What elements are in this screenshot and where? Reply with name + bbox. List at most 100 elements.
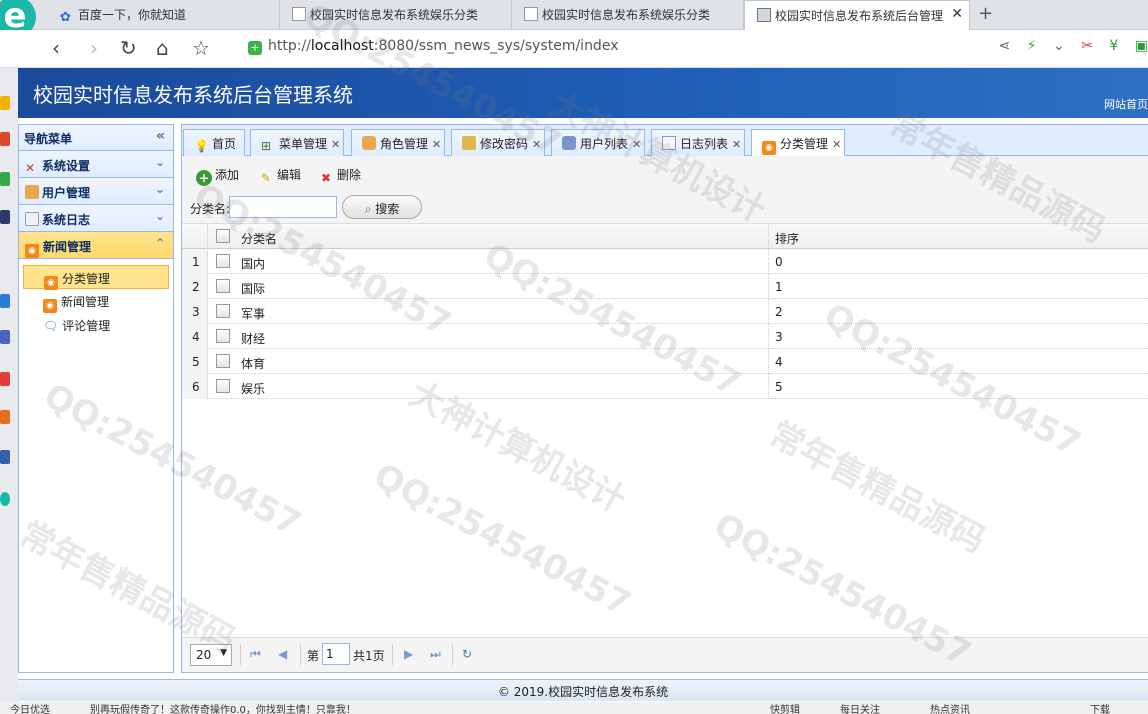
browser-tab-baidu[interactable]: ✿ 百度一下，你就知道: [48, 0, 280, 30]
sidebar-group-system-settings[interactable]: ✕ 系统设置 ⌄: [19, 151, 173, 178]
edit-button[interactable]: ✎ 编辑: [258, 166, 301, 187]
tab-category-management[interactable]: ◉ 分类管理 ✕: [751, 129, 845, 157]
site-home-link[interactable]: 网站首页: [1104, 96, 1148, 112]
sidebar-item-comment-management[interactable]: 🗨 评论管理: [23, 313, 169, 337]
app-icon[interactable]: [0, 172, 10, 186]
scissors-icon[interactable]: ✂: [1081, 38, 1093, 54]
cell-name: 军事: [236, 299, 769, 324]
forward-icon[interactable]: ›: [90, 36, 98, 60]
home-icon[interactable]: ⌂: [156, 36, 169, 60]
column-header-name[interactable]: 分类名: [236, 224, 769, 249]
select-all-checkbox[interactable]: [208, 224, 236, 249]
tree-icon: ⊞: [261, 139, 272, 153]
url-field[interactable]: + http://localhost:8080/ssm_news_sys/syst…: [248, 38, 768, 60]
sidebar-item-category-management[interactable]: ◉ 分类管理: [23, 265, 169, 290]
table-row[interactable]: 6 娱乐 5: [182, 374, 1148, 399]
search-input[interactable]: [229, 196, 337, 218]
dropdown-arrow-icon: ▼: [220, 648, 227, 658]
row-checkbox[interactable]: [208, 299, 236, 324]
tab-user-list[interactable]: 用户列表 ✕: [551, 129, 645, 156]
column-header-sort[interactable]: 排序: [769, 224, 1148, 249]
tab-change-password[interactable]: 修改密码 ✕: [451, 129, 545, 156]
back-icon[interactable]: ‹: [52, 36, 60, 60]
rss-icon: ◉: [43, 299, 57, 313]
page-icon: [524, 7, 538, 21]
new-tab-button[interactable]: +: [978, 3, 993, 24]
table-row[interactable]: 4 财经 3: [182, 324, 1148, 349]
cell-sort: 2: [775, 305, 783, 319]
close-icon[interactable]: ✕: [331, 138, 340, 151]
tab-log-list[interactable]: 日志列表 ✕: [651, 129, 745, 156]
lightning-icon[interactable]: ⚡: [1027, 38, 1037, 54]
app-icon[interactable]: [0, 450, 10, 464]
app-icon[interactable]: [0, 132, 10, 146]
search-icon: ⌕: [364, 202, 372, 216]
row-checkbox[interactable]: [208, 324, 236, 349]
lightbulb-icon: 💡: [194, 139, 209, 153]
close-icon[interactable]: ✕: [432, 138, 441, 151]
pagination: 20 ▼ ⏮ ◀ 第 1 共1页 ▶ ⏭ ↻: [182, 637, 1148, 672]
pencil-icon: ✎: [260, 171, 272, 185]
add-icon: +: [196, 170, 212, 186]
close-icon[interactable]: ✕: [632, 138, 641, 151]
table-row[interactable]: 5 体育 4: [182, 349, 1148, 374]
app-icon[interactable]: [0, 372, 10, 386]
tab-home[interactable]: 💡 首页: [183, 129, 245, 156]
browser-tab-category-2[interactable]: 校园实时信息发布系统娱乐分类: [512, 0, 744, 30]
row-checkbox[interactable]: [208, 249, 236, 274]
add-button[interactable]: + 添加: [196, 166, 239, 186]
next-page-icon[interactable]: ▶: [404, 647, 413, 661]
cell-name: 财经: [236, 324, 769, 349]
sidebar-group-user-management[interactable]: 用户管理 ⌄: [19, 178, 173, 205]
sidebar-title: 导航菜单 «: [19, 125, 173, 151]
star-icon[interactable]: ☆: [192, 36, 210, 60]
app-icon[interactable]: [0, 294, 10, 308]
share-icon[interactable]: ⋖: [999, 38, 1011, 54]
app-icon[interactable]: [0, 330, 10, 344]
prev-page-icon[interactable]: ◀: [278, 647, 287, 661]
cell-sort: 1: [775, 280, 783, 294]
close-icon[interactable]: ✕: [951, 6, 963, 22]
browser-tab-admin[interactable]: 校园实时信息发布系统后台管理 ✕: [744, 0, 970, 30]
tab-role-management[interactable]: 角色管理 ✕: [351, 129, 445, 156]
close-icon[interactable]: ✕: [832, 138, 841, 151]
row-checkbox[interactable]: [208, 349, 236, 374]
browser-side-strip: [0, 68, 18, 714]
close-icon[interactable]: ✕: [732, 138, 741, 151]
sidebar-item-news-management[interactable]: ◉ 新闻管理: [23, 289, 169, 313]
app-icon[interactable]: [0, 210, 10, 224]
reload-icon[interactable]: ↻: [120, 36, 137, 60]
sidebar-group-news-management[interactable]: ◉ 新闻管理 ⌃: [19, 232, 173, 259]
page-size-select[interactable]: 20 ▼: [190, 644, 232, 666]
delete-button[interactable]: ✖ 删除: [318, 166, 361, 187]
tab-menu-management[interactable]: ⊞ 菜单管理 ✕: [250, 129, 344, 156]
favorites-icon[interactable]: [0, 96, 10, 110]
page-total: 共1页: [353, 649, 385, 663]
row-checkbox[interactable]: [208, 274, 236, 299]
last-page-icon[interactable]: ⏭: [430, 647, 441, 662]
first-page-icon[interactable]: ⏮: [250, 647, 261, 662]
table-row[interactable]: 3 军事 2: [182, 299, 1148, 324]
refresh-icon[interactable]: ↻: [462, 647, 472, 661]
chevron-down-icon[interactable]: ⌄: [1053, 38, 1065, 54]
search-button[interactable]: ⌕ 搜索: [342, 195, 422, 219]
collapse-icon[interactable]: «: [156, 128, 165, 144]
grid-header: 分类名 排序: [182, 224, 1148, 249]
app-icon[interactable]: [0, 410, 10, 424]
money-icon[interactable]: ¥: [1109, 38, 1118, 54]
close-icon[interactable]: ✕: [532, 138, 541, 151]
table-row[interactable]: 2 国际 1: [182, 274, 1148, 299]
sidebar-group-system-log[interactable]: 系统日志 ⌄: [19, 205, 173, 232]
extension-icon[interactable]: ▣: [1135, 38, 1148, 54]
page-icon: [292, 7, 306, 21]
app-icon[interactable]: [0, 492, 10, 506]
cell-sort: 0: [775, 255, 783, 269]
rss-icon: ◉: [762, 141, 776, 155]
page-number-input[interactable]: 1: [322, 643, 350, 665]
browser-tab-category-1[interactable]: 校园实时信息发布系统娱乐分类: [280, 0, 512, 30]
row-checkbox[interactable]: [208, 374, 236, 399]
content-tabs: 💡 首页 ⊞ 菜单管理 ✕ 角色管理 ✕ 修改密码 ✕ 用户列表 ✕ 日志列表 ✕ ◉ 分类管理…: [182, 125, 1148, 157]
users-icon: [362, 136, 376, 150]
cell-sort: 5: [775, 380, 783, 394]
table-row[interactable]: 1 国内 0: [182, 249, 1148, 274]
